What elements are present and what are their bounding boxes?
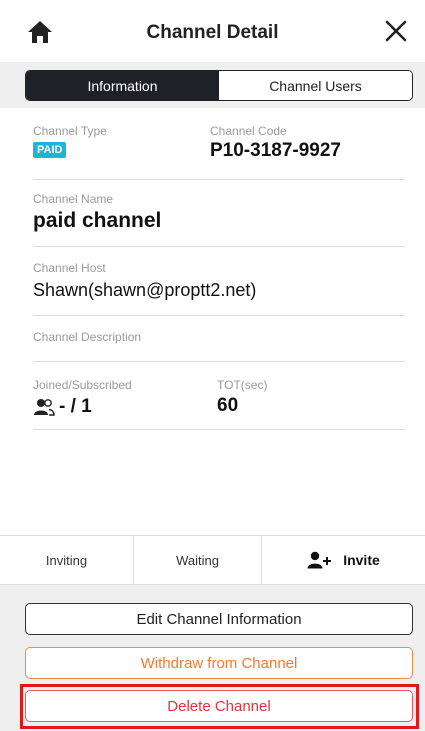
- channel-host-label: Channel Host: [33, 261, 106, 275]
- joined-label: Joined/Subscribed: [33, 378, 132, 392]
- tab-inviting[interactable]: Inviting: [0, 536, 133, 584]
- channel-host-row: Channel Host Shawn(shawn@proptt2.net): [33, 261, 405, 316]
- tab-channel-users[interactable]: Channel Users: [219, 71, 412, 100]
- edit-channel-button[interactable]: Edit Channel Information: [25, 603, 413, 635]
- tab-waiting[interactable]: Waiting: [133, 536, 261, 584]
- header: Channel Detail: [0, 0, 425, 62]
- tab-bar: Information Channel Users: [0, 62, 425, 108]
- close-icon[interactable]: [381, 16, 411, 46]
- user-actions-bar: Inviting Waiting Invite: [0, 535, 425, 585]
- joined-value: - / 1: [59, 396, 92, 417]
- channel-code-label: Channel Code: [210, 124, 287, 138]
- footer-actions: Edit Channel Information Withdraw from C…: [0, 585, 425, 731]
- users-icon: [33, 398, 55, 416]
- channel-name-value: paid channel: [33, 209, 162, 232]
- tot-label: TOT(sec): [217, 378, 268, 392]
- delete-channel-button[interactable]: Delete Channel: [25, 690, 413, 722]
- segmented-control: Information Channel Users: [25, 70, 413, 101]
- channel-type-label: Channel Type: [33, 124, 107, 138]
- channel-description-row: Channel Description: [33, 330, 405, 362]
- channel-type-badge: PAID: [33, 142, 67, 158]
- tot-value: 60: [217, 395, 239, 416]
- channel-host-value: Shawn(shawn@proptt2.net): [33, 280, 257, 300]
- channel-name-row: Channel Name paid channel: [33, 192, 405, 247]
- channel-description-label: Channel Description: [33, 330, 142, 344]
- withdraw-channel-button[interactable]: Withdraw from Channel: [25, 647, 413, 679]
- add-user-icon: [307, 551, 333, 569]
- joined-tot-row: Joined/Subscribed - / 1 TOT(sec) 60: [33, 378, 405, 430]
- invite-label: Invite: [343, 552, 380, 568]
- page-title: Channel Detail: [146, 22, 279, 43]
- type-code-row: Channel Type PAID Channel Code P10-3187-…: [33, 124, 405, 180]
- tab-information[interactable]: Information: [26, 71, 219, 100]
- invite-button[interactable]: Invite: [261, 536, 425, 584]
- channel-code-value: P10-3187-9927: [210, 140, 341, 161]
- channel-name-label: Channel Name: [33, 192, 114, 206]
